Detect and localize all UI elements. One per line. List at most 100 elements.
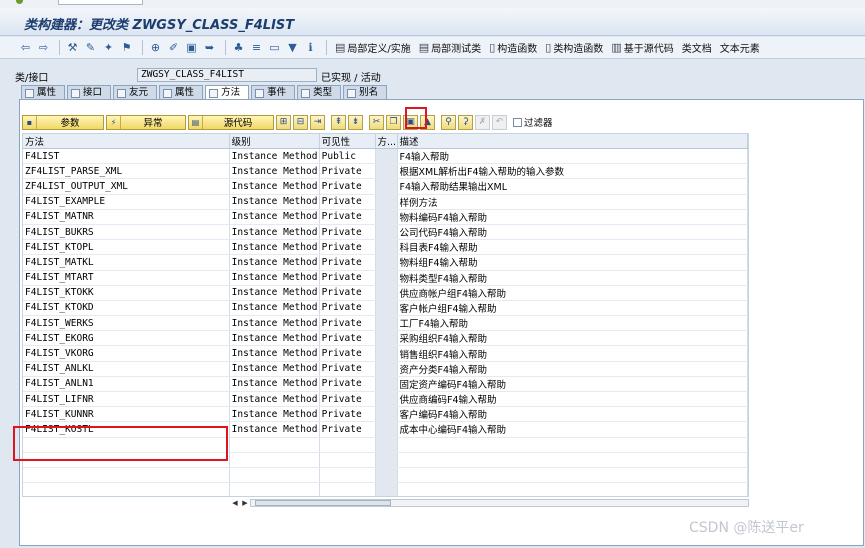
- description-cell[interactable]: 成本中心编码F4输入帮助: [397, 421, 748, 438]
- description-cell[interactable]: [397, 467, 748, 484]
- move-down-icon[interactable]: ⇟: [348, 114, 363, 130]
- append-row-icon[interactable]: ⊟: [293, 114, 308, 130]
- table-row[interactable]: [23, 482, 748, 496]
- table-row[interactable]: F4LIST_KTOKD Instance Method Private 客户帐户组F…: [23, 300, 748, 317]
- command-field[interactable]: [58, 0, 143, 5]
- method-type-cell[interactable]: [375, 194, 398, 210]
- column-header[interactable]: 可见性: [319, 134, 376, 149]
- transport-icon[interactable]: ▣: [184, 40, 199, 55]
- description-cell[interactable]: F4输入帮助结果输出XML: [397, 178, 748, 195]
- method-name-cell[interactable]: F4LIST_KTOKD: [23, 300, 230, 317]
- horizontal-scrollbar[interactable]: ◀ ▶: [230, 498, 749, 508]
- local-definitions-button[interactable]: ▤ 局部定义/实施: [332, 39, 416, 56]
- level-cell[interactable]: Instance Method: [229, 315, 320, 332]
- level-cell[interactable]: Instance Method: [229, 345, 320, 362]
- method-name-cell[interactable]: F4LIST_ANLKL: [23, 361, 230, 377]
- info-icon[interactable]: ℹ: [303, 40, 318, 55]
- level-cell[interactable]: Instance Method: [229, 391, 320, 408]
- method-type-cell[interactable]: [375, 437, 398, 453]
- level-cell[interactable]: Instance Method: [229, 361, 320, 377]
- visibility-cell[interactable]: [319, 482, 376, 496]
- description-cell[interactable]: 客户编码F4输入帮助: [397, 406, 748, 423]
- table-row[interactable]: F4LIST_EXAMPLE Instance Method Private 样例方法: [23, 194, 748, 210]
- description-cell[interactable]: [397, 482, 748, 496]
- method-type-cell[interactable]: [375, 376, 398, 393]
- description-cell[interactable]: 客户帐户组F4输入帮助: [397, 300, 748, 317]
- method-type-cell[interactable]: [375, 148, 398, 165]
- scroll-thumb[interactable]: [255, 500, 391, 506]
- column-header[interactable]: 方法: [23, 134, 230, 149]
- level-cell[interactable]: Instance Method: [229, 285, 320, 301]
- filter-icon[interactable]: ▼: [285, 40, 300, 55]
- description-cell[interactable]: 物料编码F4输入帮助: [397, 209, 748, 225]
- table-row[interactable]: F4LIST Instance Method Public F4输入帮助: [23, 148, 748, 165]
- method-type-cell[interactable]: [375, 178, 398, 195]
- method-name-cell[interactable]: ZF4LIST_PARSE_XML: [23, 163, 230, 180]
- description-cell[interactable]: F4输入帮助: [397, 148, 748, 165]
- method-name-cell[interactable]: F4LIST_KTOPL: [23, 239, 230, 256]
- table-row[interactable]: F4LIST_LIFNR Instance Method Private 供应商编码F…: [23, 391, 748, 408]
- visibility-cell[interactable]: Private: [319, 224, 376, 241]
- level-cell[interactable]: Instance Method: [229, 406, 320, 423]
- visibility-cell[interactable]: Private: [319, 270, 376, 286]
- method-name-cell[interactable]: F4LIST_ANLN1: [23, 376, 230, 393]
- parameters-button[interactable]: ▪ 参数: [22, 114, 104, 130]
- table-row[interactable]: F4LIST_KUNNR Instance Method Private 客户编码F4…: [23, 406, 748, 423]
- method-name-cell[interactable]: [23, 467, 230, 484]
- column-header[interactable]: 描述: [397, 134, 748, 149]
- tab-interfaces[interactable]: 接口: [67, 85, 112, 99]
- level-cell[interactable]: Instance Method: [229, 421, 320, 438]
- method-name-cell[interactable]: [23, 482, 230, 496]
- level-cell[interactable]: Instance Method: [229, 376, 320, 393]
- edit-icon[interactable]: ✐: [166, 40, 181, 55]
- insert-row-icon[interactable]: ⊞: [276, 114, 291, 130]
- delete-row-icon[interactable]: ⇥: [310, 114, 325, 130]
- level-cell[interactable]: [229, 437, 320, 453]
- method-name-cell[interactable]: F4LIST_WERKS: [23, 315, 230, 332]
- check-icon[interactable]: ⚑: [119, 40, 134, 55]
- description-cell[interactable]: 资产分类F4输入帮助: [397, 361, 748, 377]
- visibility-cell[interactable]: Private: [319, 361, 376, 377]
- tab-types[interactable]: 类型: [297, 85, 342, 99]
- description-cell[interactable]: 供应商帐户组F4输入帮助: [397, 285, 748, 301]
- level-cell[interactable]: [229, 467, 320, 484]
- visibility-cell[interactable]: Private: [319, 239, 376, 256]
- description-cell[interactable]: [397, 437, 748, 453]
- scroll-track[interactable]: [250, 499, 749, 507]
- method-type-cell[interactable]: [375, 239, 398, 256]
- method-type-cell[interactable]: [375, 209, 398, 225]
- method-type-cell[interactable]: [375, 163, 398, 180]
- method-type-cell[interactable]: [375, 406, 398, 423]
- activate-icon[interactable]: ✦: [101, 40, 116, 55]
- visibility-cell[interactable]: Private: [319, 163, 376, 180]
- where-used-icon[interactable]: ⊕: [148, 40, 163, 55]
- method-name-cell[interactable]: F4LIST_VKORG: [23, 345, 230, 362]
- description-cell[interactable]: 科目表F4输入帮助: [397, 239, 748, 256]
- window-icon[interactable]: ▭: [267, 40, 282, 55]
- visibility-cell[interactable]: Private: [319, 330, 376, 347]
- column-header[interactable]: 方...: [375, 134, 398, 149]
- scroll-left-icon[interactable]: ◀: [230, 499, 240, 507]
- method-type-cell[interactable]: [375, 285, 398, 301]
- method-name-cell[interactable]: F4LIST_KTOKK: [23, 285, 230, 301]
- table-row[interactable]: F4LIST_MATKL Instance Method Private 物料组F4输…: [23, 254, 748, 271]
- tab-aliases[interactable]: 别名: [343, 85, 388, 99]
- move-up-icon[interactable]: ⇞: [331, 114, 346, 130]
- class-constructor-button[interactable]: ▯ 类构造函数: [542, 39, 608, 56]
- level-cell[interactable]: Instance Method: [229, 163, 320, 180]
- table-row[interactable]: F4LIST_ANLN1 Instance Method Private 固定资产编码…: [23, 376, 748, 393]
- level-cell[interactable]: Instance Method: [229, 209, 320, 225]
- method-name-cell[interactable]: F4LIST_MATKL: [23, 254, 230, 271]
- method-name-cell[interactable]: F4LIST_KUNNR: [23, 406, 230, 423]
- method-name-cell[interactable]: ZF4LIST_OUTPUT_XML: [23, 178, 230, 195]
- back-arrow-icon[interactable]: ⇦: [18, 40, 33, 55]
- hierarchy-icon[interactable]: ♣: [231, 40, 246, 55]
- find-next-icon[interactable]: ⚳: [458, 114, 473, 130]
- description-cell[interactable]: 固定资产编码F4输入帮助: [397, 376, 748, 393]
- constructor-button[interactable]: ▯ 构造函数: [486, 39, 542, 56]
- description-cell[interactable]: 物料类型F4输入帮助: [397, 270, 748, 286]
- method-name-cell[interactable]: F4LIST_EXAMPLE: [23, 194, 230, 210]
- table-row[interactable]: [23, 467, 748, 484]
- table-row[interactable]: ZF4LIST_OUTPUT_XML Instance Method Private…: [23, 178, 748, 195]
- table-row[interactable]: F4LIST_VKORG Instance Method Private 销售组织F4…: [23, 345, 748, 362]
